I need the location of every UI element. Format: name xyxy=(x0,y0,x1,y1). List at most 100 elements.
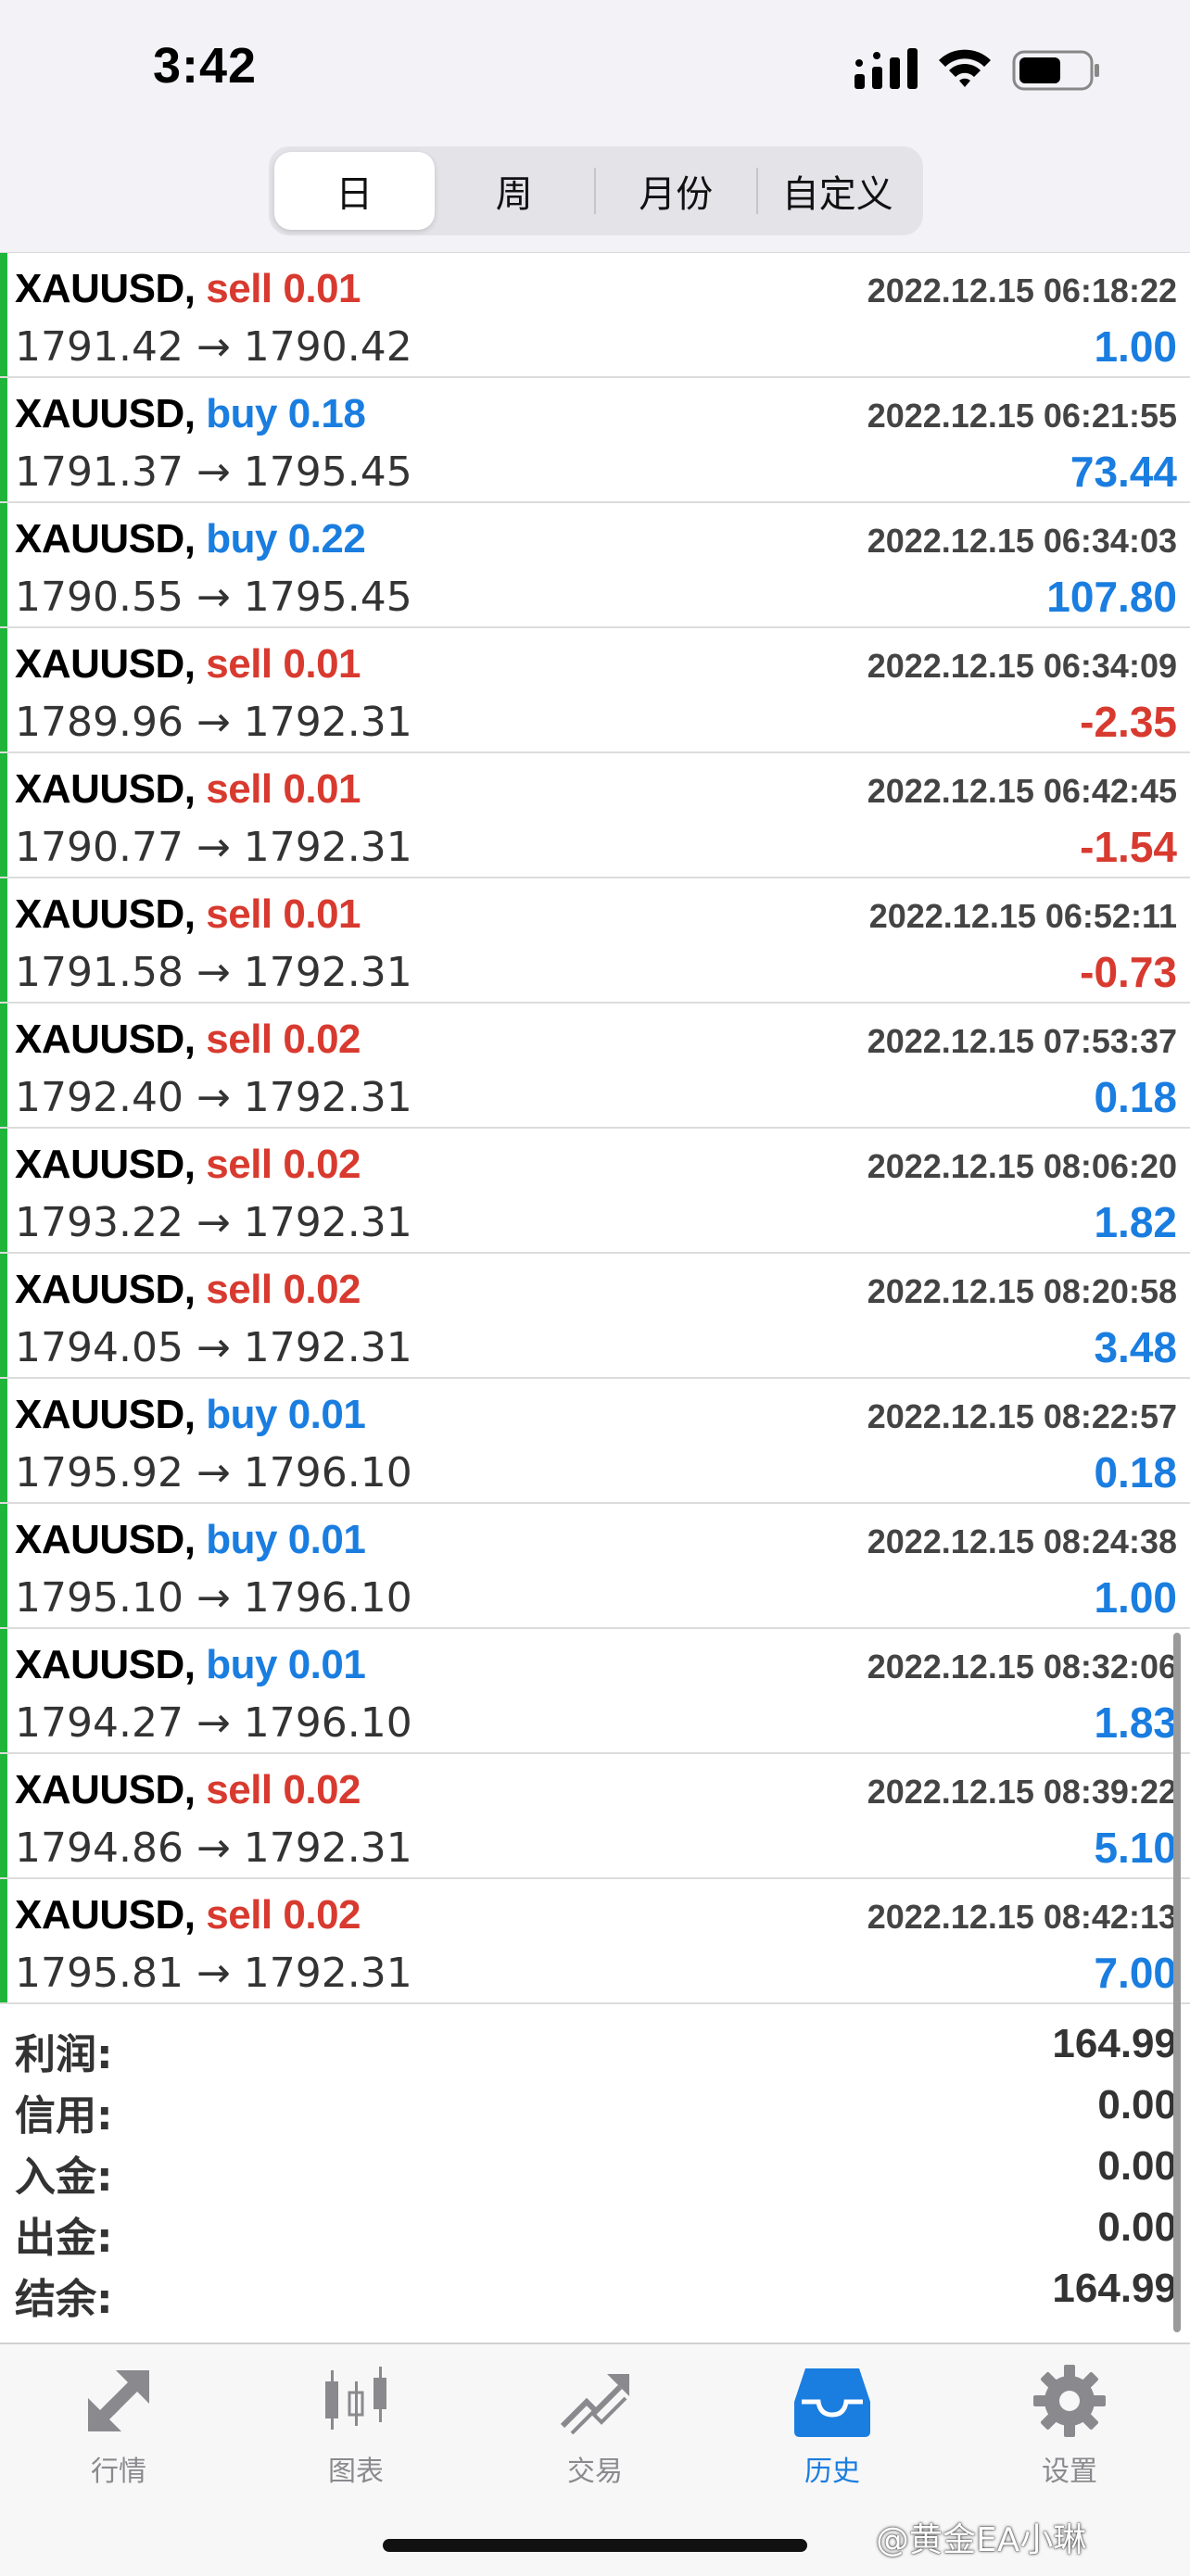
status-time: 3:42 xyxy=(153,38,258,94)
trade-open-close-prices: 1791.37 → 1795.45 xyxy=(15,448,412,496)
table-row[interactable]: XAUUSD, buy 0.22 2022.12.15 06:34:03 1790.… xyxy=(0,503,1190,628)
summary-row: 结余: 164.99 xyxy=(0,2256,1190,2323)
period-tab-month[interactable]: 月份 xyxy=(596,152,756,230)
trade-symbol: XAUUSD, xyxy=(15,1267,196,1312)
tab-history[interactable]: 历史 xyxy=(749,2361,916,2500)
table-row[interactable]: XAUUSD, buy 0.18 2022.12.15 06:21:55 1791.… xyxy=(0,378,1190,503)
account-summary: 利润: 164.99 信用: 0.00 入金: 0.00 出金: 0.00 结余: 164.99 xyxy=(0,2008,1190,2345)
trade-open-close-prices: 1789.96 → 1792.31 xyxy=(15,699,412,746)
trade-open-close-prices: 1794.05 → 1792.31 xyxy=(15,1324,412,1371)
tab-settings[interactable]: 设置 xyxy=(986,2361,1153,2500)
summary-label: 出金: xyxy=(15,2215,113,2262)
summary-label: 结余: xyxy=(15,2276,113,2323)
scrollbar-thumb[interactable] xyxy=(1173,1633,1181,2332)
table-row[interactable]: XAUUSD, sell 0.02 2022.12.15 07:53:37 1792… xyxy=(0,1004,1190,1129)
period-tab-day[interactable]: 日 xyxy=(274,152,435,230)
trade-open-close-prices: 1794.86 → 1792.31 xyxy=(15,1825,412,1872)
trade-symbol: XAUUSD, xyxy=(15,516,196,562)
period-tab-label: 周 xyxy=(495,173,533,216)
trade-profit: 107.80 xyxy=(1046,573,1177,621)
summary-row: 利润: 164.99 xyxy=(0,2012,1190,2078)
trade-title: XAUUSD, buy 0.01 xyxy=(15,1517,366,1563)
history-inbox-icon xyxy=(794,2368,870,2437)
trade-side-volume: sell 0.02 xyxy=(206,1892,361,1938)
trade-profit: 0.18 xyxy=(1094,1448,1177,1496)
table-row[interactable]: XAUUSD, sell 0.02 2022.12.15 08:42:13 1795… xyxy=(0,1879,1190,2004)
trade-side-volume: sell 0.02 xyxy=(206,1017,361,1062)
trade-close-time: 2022.12.15 08:24:38 xyxy=(867,1522,1177,1560)
trade-side-volume: sell 0.02 xyxy=(206,1142,361,1187)
trade-side-volume: sell 0.01 xyxy=(206,266,361,311)
trade-profit: -1.54 xyxy=(1080,823,1177,871)
gear-icon xyxy=(1033,2365,1106,2437)
tab-label: 交易 xyxy=(567,2456,623,2488)
table-row[interactable]: XAUUSD, buy 0.01 2022.12.15 08:22:57 1795.… xyxy=(0,1379,1190,1504)
trade-close-time: 2022.12.15 07:53:37 xyxy=(867,1022,1177,1060)
period-tab-week[interactable]: 周 xyxy=(435,152,595,230)
trade-symbol: XAUUSD, xyxy=(15,1392,196,1437)
period-tab-label: 月份 xyxy=(639,173,714,216)
trade-title: XAUUSD, buy 0.18 xyxy=(15,391,366,437)
profit-indicator-bar xyxy=(0,878,7,1002)
trade-symbol: XAUUSD, xyxy=(15,1517,196,1562)
table-row[interactable]: XAUUSD, sell 0.02 2022.12.15 08:39:22 1794… xyxy=(0,1754,1190,1879)
summary-row: 信用: 0.00 xyxy=(0,2073,1190,2140)
table-row[interactable]: XAUUSD, buy 0.01 2022.12.15 08:24:38 1795.… xyxy=(0,1504,1190,1629)
trade-close-time: 2022.12.15 08:20:58 xyxy=(867,1272,1177,1310)
trade-history-list[interactable]: XAUUSD, sell 0.01 2022.12.15 06:18:22 1791… xyxy=(0,252,1190,2009)
trade-profit: 5.10 xyxy=(1094,1824,1177,1872)
trade-side-volume: sell 0.01 xyxy=(206,891,361,937)
trade-close-time: 2022.12.15 08:39:22 xyxy=(867,1773,1177,1811)
trade-close-time: 2022.12.15 06:42:45 xyxy=(867,772,1177,810)
tab-label: 历史 xyxy=(804,2456,860,2488)
trade-symbol: XAUUSD, xyxy=(15,891,196,937)
trade-open-close-prices: 1790.55 → 1795.45 xyxy=(15,574,412,621)
summary-value: 0.00 xyxy=(1097,2143,1177,2189)
profit-indicator-bar xyxy=(0,1129,7,1252)
battery-icon xyxy=(1012,50,1099,91)
summary-value: 0.00 xyxy=(1097,2082,1177,2128)
tab-quotes[interactable]: 行情 xyxy=(35,2361,202,2500)
table-row[interactable]: XAUUSD, sell 0.01 2022.12.15 06:34:09 1789… xyxy=(0,628,1190,753)
summary-value: 164.99 xyxy=(1052,2021,1177,2066)
table-row[interactable]: XAUUSD, sell 0.01 2022.12.15 06:52:11 1791… xyxy=(0,878,1190,1004)
tab-trade[interactable]: 交易 xyxy=(512,2361,678,2500)
trade-symbol: XAUUSD, xyxy=(15,641,196,687)
trade-profit: 1.00 xyxy=(1094,1573,1177,1622)
trade-open-close-prices: 1795.10 → 1796.10 xyxy=(15,1574,412,1622)
trade-trend-icon xyxy=(560,2374,629,2435)
trade-close-time: 2022.12.15 08:22:57 xyxy=(867,1397,1177,1435)
trade-profit: 7.00 xyxy=(1094,1949,1177,1997)
trade-title: XAUUSD, sell 0.02 xyxy=(15,1767,361,1813)
trade-title: XAUUSD, sell 0.02 xyxy=(15,1267,361,1313)
trade-symbol: XAUUSD, xyxy=(15,1892,196,1938)
trade-side-volume: sell 0.02 xyxy=(206,1267,361,1312)
summary-label: 信用: xyxy=(15,2092,113,2140)
summary-value: 0.00 xyxy=(1097,2204,1177,2250)
home-indicator[interactable] xyxy=(383,2539,807,2552)
tab-charts[interactable]: 图表 xyxy=(272,2361,439,2500)
trade-close-time: 2022.12.15 06:34:03 xyxy=(867,522,1177,560)
trade-side-volume: buy 0.01 xyxy=(206,1517,366,1562)
profit-indicator-bar xyxy=(0,1754,7,1877)
table-row[interactable]: XAUUSD, sell 0.02 2022.12.15 08:06:20 1793… xyxy=(0,1129,1190,1254)
profit-indicator-bar xyxy=(0,628,7,751)
table-row[interactable]: XAUUSD, sell 0.02 2022.12.15 08:20:58 1794… xyxy=(0,1254,1190,1379)
profit-indicator-bar xyxy=(0,1004,7,1127)
profit-indicator-bar xyxy=(0,1379,7,1502)
table-row[interactable]: XAUUSD, sell 0.01 2022.12.15 06:18:22 1791… xyxy=(0,253,1190,378)
table-row[interactable]: XAUUSD, buy 0.01 2022.12.15 08:32:06 1794.… xyxy=(0,1629,1190,1754)
trade-title: XAUUSD, sell 0.01 xyxy=(15,766,361,813)
profit-indicator-bar xyxy=(0,1629,7,1752)
table-row[interactable]: XAUUSD, sell 0.01 2022.12.15 06:42:45 1790… xyxy=(0,753,1190,878)
trade-open-close-prices: 1794.27 → 1796.10 xyxy=(15,1699,412,1747)
trade-open-close-prices: 1795.92 → 1796.10 xyxy=(15,1449,412,1496)
trade-close-time: 2022.12.15 08:32:06 xyxy=(867,1648,1177,1686)
trade-side-volume: buy 0.18 xyxy=(206,391,366,436)
summary-row: 出金: 0.00 xyxy=(0,2195,1190,2262)
trade-close-time: 2022.12.15 08:06:20 xyxy=(867,1147,1177,1185)
period-tab-label: 自定义 xyxy=(781,173,893,216)
period-tab-custom[interactable]: 自定义 xyxy=(758,152,918,230)
trade-symbol: XAUUSD, xyxy=(15,1142,196,1187)
trade-title: XAUUSD, sell 0.02 xyxy=(15,1142,361,1188)
